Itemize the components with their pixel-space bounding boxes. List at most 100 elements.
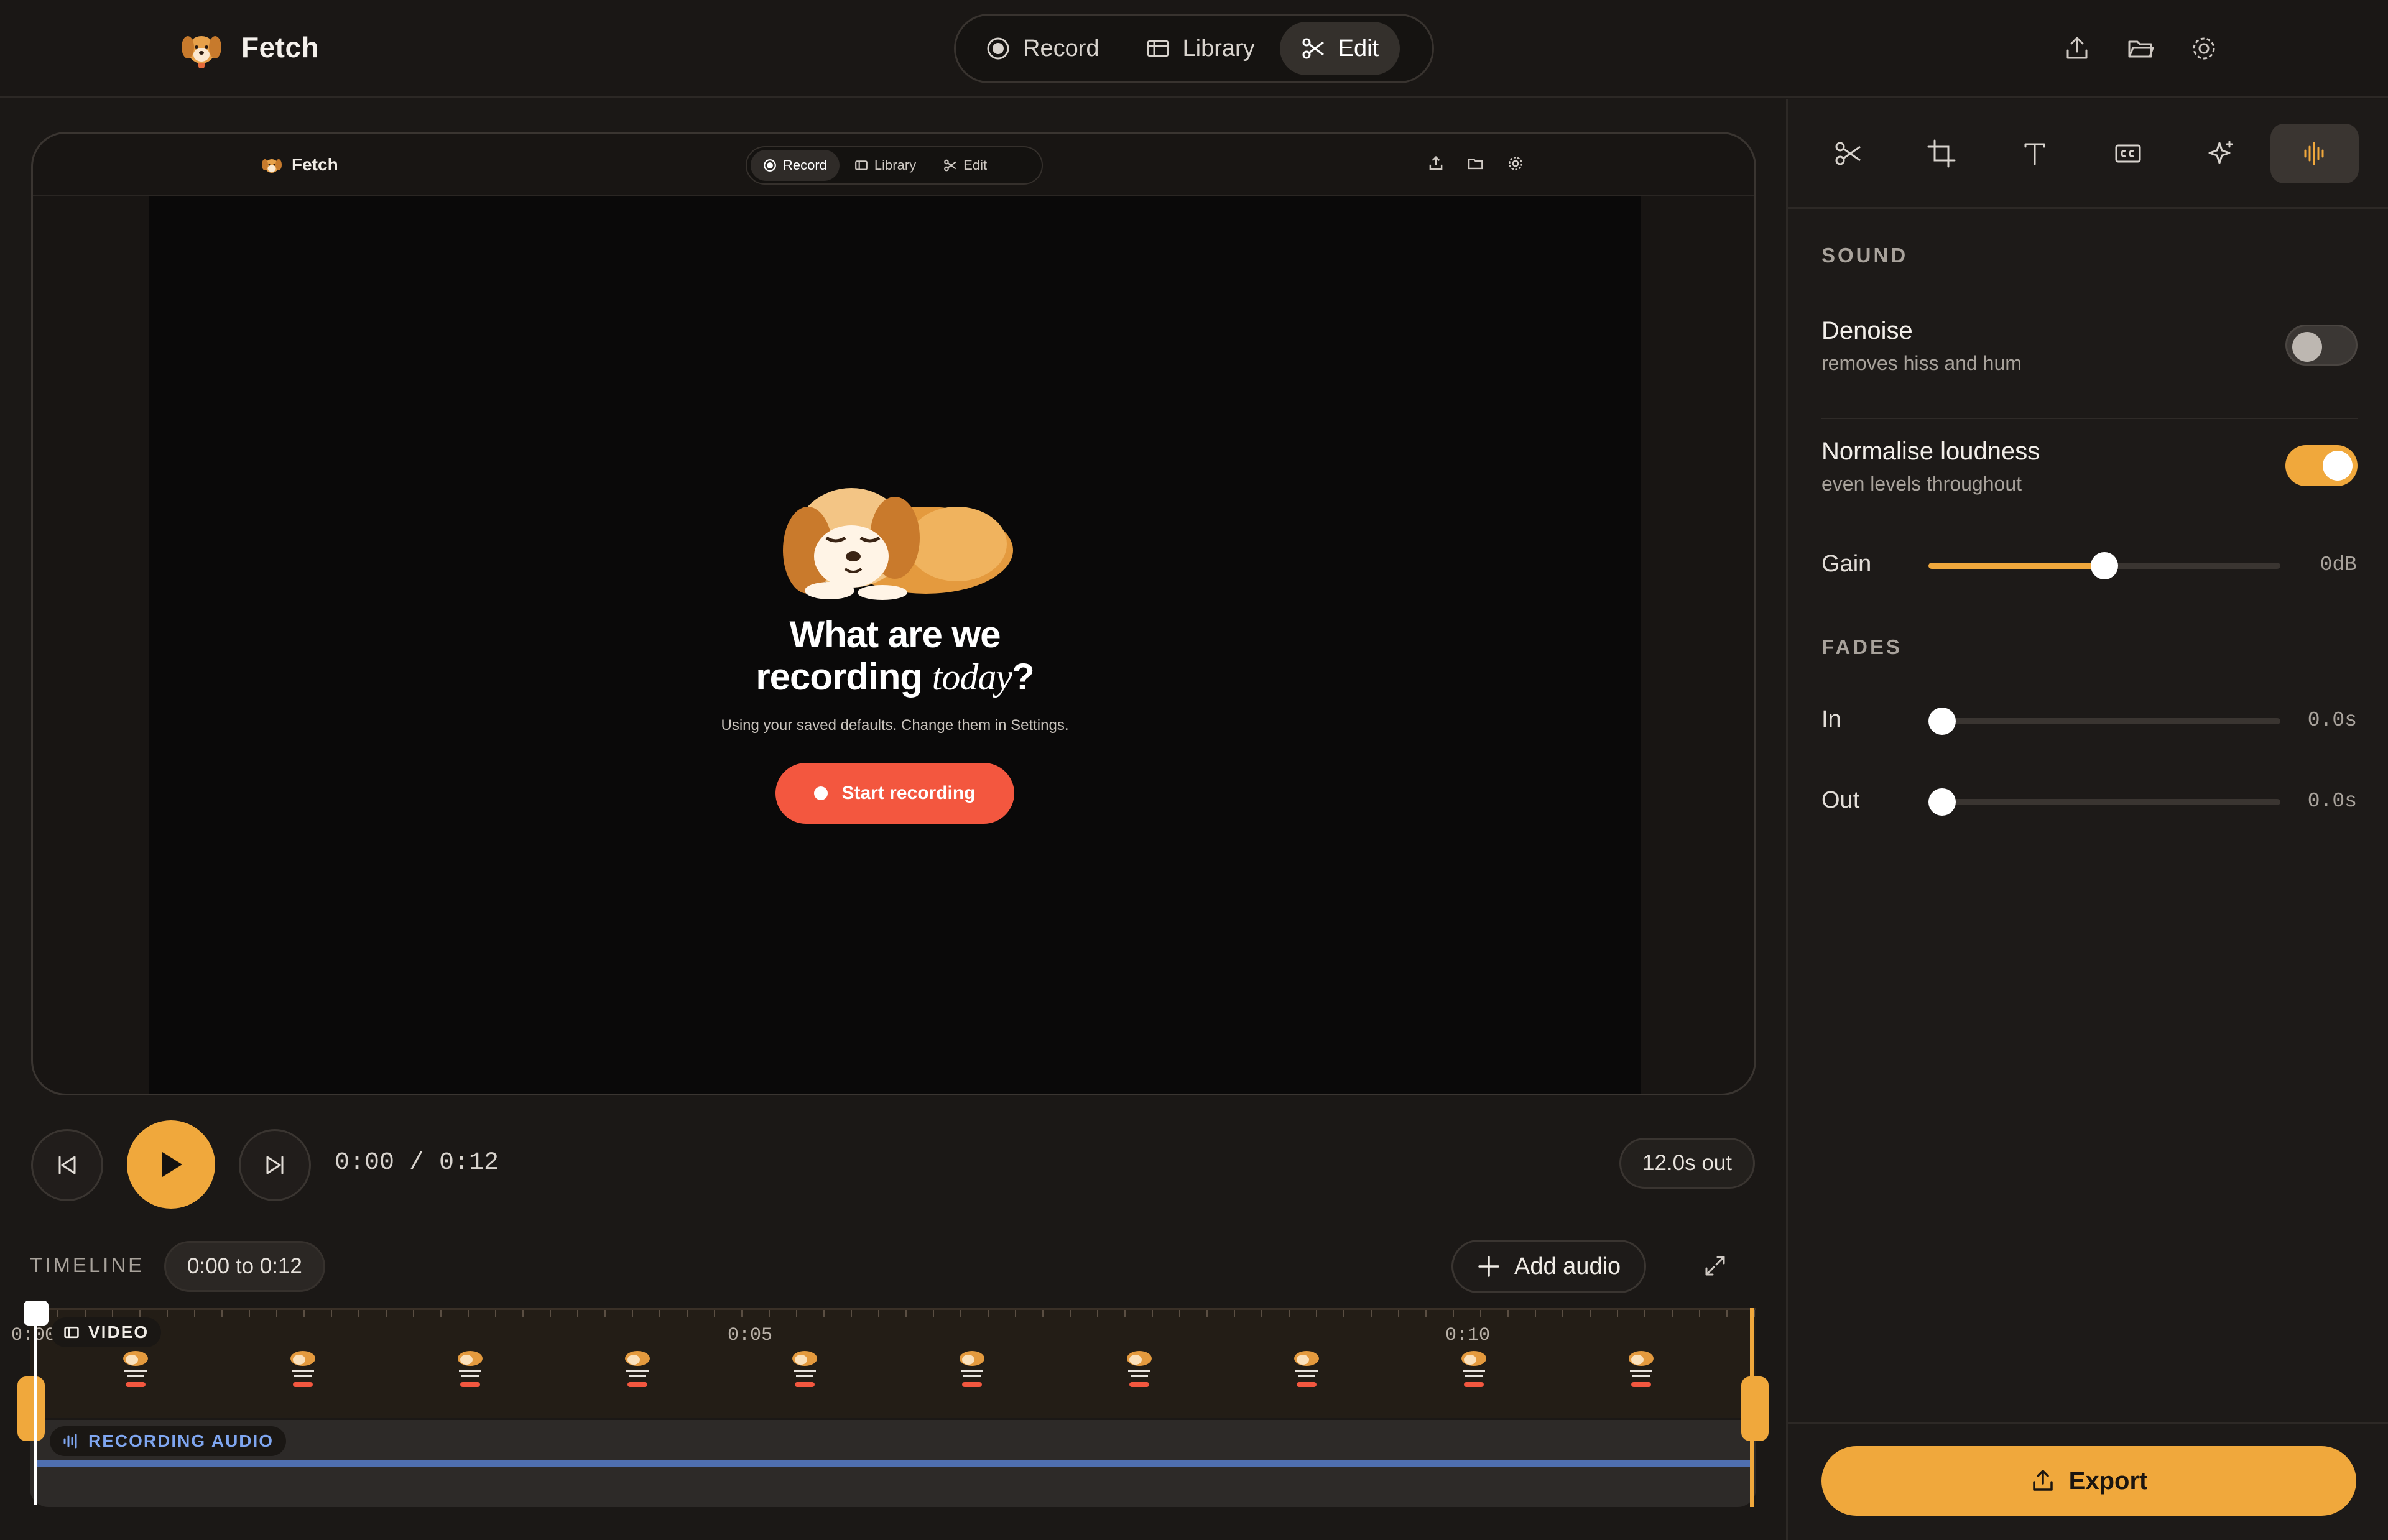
gain-slider[interactable] [1928,552,2280,579]
video-frame-thumbnail [625,1351,650,1387]
expand-timeline-button[interactable] [1679,1241,1751,1291]
sound-heading: SOUND [1821,244,1909,267]
app-name: Fetch [241,31,320,63]
playhead-handle[interactable] [24,1301,49,1326]
video-frame-thumbnail [1127,1351,1152,1387]
preview-actions [1427,155,1524,172]
video-frame-thumbnail [458,1351,483,1387]
brand: Fetch [177,22,319,72]
timecode: 0:00 / 0:12 [335,1149,499,1177]
record-icon [764,159,776,172]
inspector-panel: SOUND Denoise removes hiss and hum Norma… [1786,99,2388,1540]
tool-captions[interactable] [2084,124,2172,183]
empty-state: What are we recording today? Using your … [149,469,1641,824]
preview-app-name: Fetch [292,155,338,174]
video-frame-thumbnail [123,1351,148,1387]
skip-to-start-button[interactable] [31,1129,103,1201]
denoise-subtitle: removes hiss and hum [1821,352,2022,374]
skip-to-end-button[interactable] [239,1129,311,1201]
preview-tab-record: Record [751,150,840,181]
trim-start-handle[interactable] [17,1376,45,1441]
timeline-range: 0:00 to 0:12 [164,1241,325,1292]
upload-icon [1429,155,1443,170]
toggle-knob [2292,332,2322,362]
dog-logo-icon [262,159,282,173]
preview-tab-label: Record [783,157,827,173]
sparkle-icon [2208,141,2233,164]
denoise-toggle[interactable] [2285,325,2358,366]
tool-trim[interactable] [1804,124,1892,183]
scissors-icon [1302,38,1324,59]
normalise-toggle[interactable] [2285,445,2358,486]
video-frame-thumbnail [1294,1351,1319,1387]
video-preview[interactable]: Fetch Record Library Edit What are we re… [31,132,1756,1095]
video-track[interactable]: 0:00 0:05 0:10 VIDEO [11,1308,1756,1418]
hero-title-end: ? [1012,656,1035,698]
fade-out-value: 0.0s [2307,790,2357,813]
add-audio-label: Add audio [1514,1253,1621,1279]
trim-end-handle[interactable] [1741,1376,1769,1441]
text-icon [2024,143,2045,165]
tool-tabs [1788,99,2388,209]
preview-tab-label: Edit [963,157,988,173]
hero-subtitle: Using your saved defaults. Change them i… [721,717,1069,734]
open-folder-button[interactable] [2124,32,2157,65]
library-icon [855,160,868,170]
upload-icon [2066,37,2088,59]
tool-audio[interactable] [2270,123,2359,183]
start-recording-label: Start recording [841,783,976,803]
denoise-title: Denoise [1821,317,1913,344]
fade-in-value: 0.0s [2307,709,2357,732]
gear-icon [2193,37,2215,60]
upload-icon [2032,1470,2053,1491]
tab-record[interactable]: Record [965,22,1121,75]
hero-title-line1: What are we [789,614,1001,655]
skip-back-icon [58,1156,76,1174]
preview-tab-label: Library [874,157,917,173]
recording-canvas: What are we recording today? Using your … [149,196,1641,1094]
gain-slider-knob[interactable] [2091,552,2118,579]
divider [1821,418,2358,419]
scissors-icon [944,159,956,172]
audio-wave-icon [2304,142,2324,165]
panel-footer-divider [1788,1422,2388,1424]
export-button[interactable]: Export [1821,1446,2356,1516]
record-icon [987,37,1009,60]
plus-icon [1478,1256,1499,1277]
top-actions [2061,32,2220,65]
start-recording-button[interactable]: Start recording [775,763,1014,824]
settings-button[interactable] [2188,32,2220,65]
tool-text[interactable] [1991,124,2079,183]
hero-title-line2: recording today? [149,656,1641,698]
audio-wave-icon [63,1434,77,1449]
skip-forward-icon [266,1156,284,1174]
tab-edit[interactable]: Edit [1279,22,1400,75]
normalise-title: Normalise loudness [1821,438,2040,465]
tool-effects[interactable] [2177,124,2265,183]
tab-record-label: Record [1023,35,1099,62]
tab-library[interactable]: Library [1124,22,1276,75]
audio-track[interactable]: RECORDING AUDIO [30,1420,1756,1507]
add-audio-button[interactable]: Add audio [1451,1240,1647,1293]
video-frame-thumbnail [1629,1351,1654,1387]
play-icon [162,1152,182,1177]
library-icon [1147,40,1169,57]
tool-crop[interactable] [1897,124,1986,183]
preview-brand: Fetch [259,152,338,177]
audio-waveform [35,1460,1751,1467]
output-duration-badge: 12.0s out [1619,1138,1755,1189]
top-bar: Fetch Record Library Edit [0,0,2388,98]
mode-switcher: Record Library Edit [954,14,1434,83]
fade-out-slider-knob[interactable] [1928,788,1956,816]
scissors-icon [1835,142,1861,165]
playhead [34,1306,37,1505]
play-button[interactable] [127,1120,215,1209]
upload-button[interactable] [2061,32,2093,65]
video-track-badge: VIDEO [51,1317,162,1347]
fade-in-slider[interactable] [1928,708,2280,735]
crop-icon [1927,139,1956,167]
fade-in-slider-knob[interactable] [1928,708,1956,735]
timeline-label: TIMELINE [30,1253,145,1276]
fades-heading: FADES [1821,635,1903,658]
fade-out-slider[interactable] [1928,788,2280,816]
